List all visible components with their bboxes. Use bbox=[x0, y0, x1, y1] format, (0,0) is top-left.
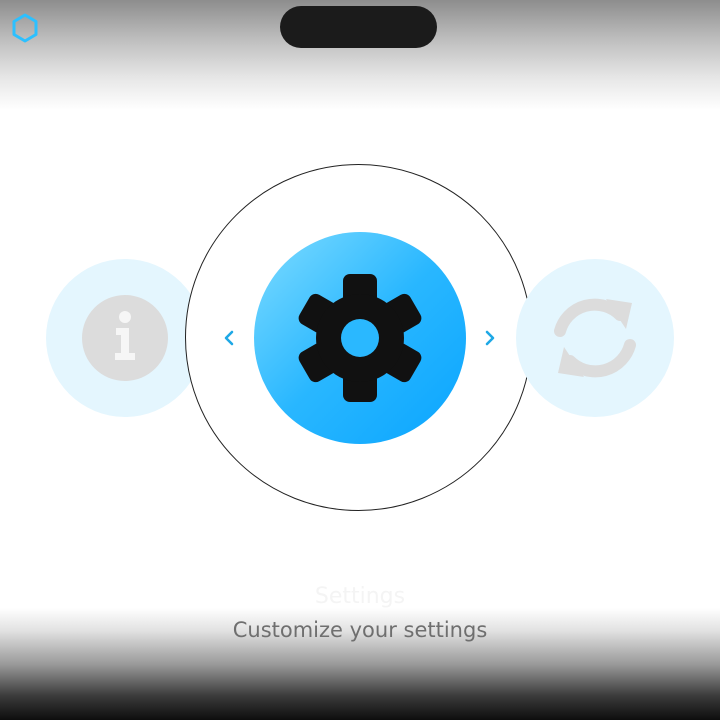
info-icon bbox=[82, 295, 168, 381]
chevron-left-icon[interactable] bbox=[222, 329, 236, 347]
hexagon-logo-icon bbox=[12, 13, 38, 43]
chevron-right-icon[interactable] bbox=[483, 329, 497, 347]
dynamic-island bbox=[280, 6, 437, 48]
carousel-item-info[interactable] bbox=[46, 259, 204, 417]
gear-icon bbox=[298, 274, 422, 402]
item-subtitle: Customize your settings bbox=[232, 618, 488, 642]
carousel-item-sync[interactable] bbox=[516, 259, 674, 417]
carousel-item-settings[interactable] bbox=[254, 232, 466, 444]
sync-icon bbox=[554, 298, 636, 378]
app-screen: Settings Customize your settings bbox=[0, 0, 720, 720]
